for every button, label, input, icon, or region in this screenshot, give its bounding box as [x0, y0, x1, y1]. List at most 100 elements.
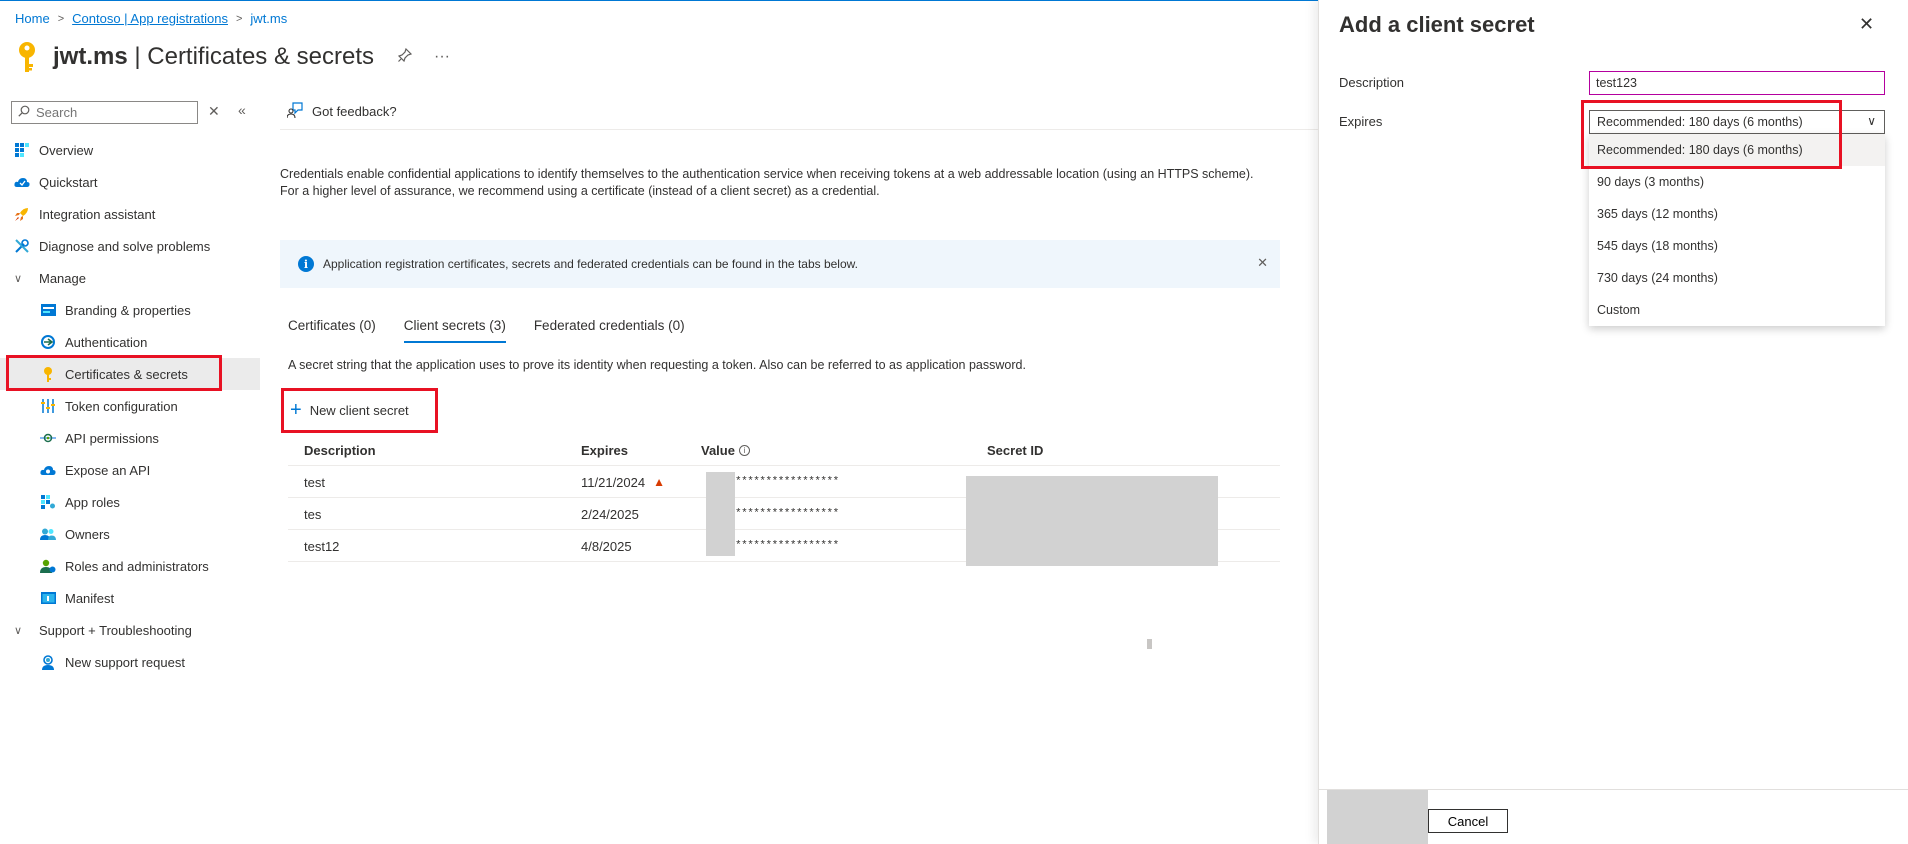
chevron-down-icon: ∨: [1867, 114, 1876, 128]
tab-federated-credentials[interactable]: Federated credentials (0): [534, 318, 685, 343]
pin-icon[interactable]: [397, 47, 413, 67]
sidebar-nav: Overview Quickstart Integration assistan…: [0, 134, 260, 678]
api-permissions-icon: [40, 430, 56, 446]
breadcrumb-home[interactable]: Home: [15, 11, 50, 26]
column-header-expires: Expires: [581, 442, 628, 458]
expires-dropdown: Recommended: 180 days (6 months) 90 days…: [1589, 134, 1885, 326]
search-icon: [18, 105, 30, 120]
option-180-days[interactable]: Recommended: 180 days (6 months): [1589, 134, 1885, 166]
option-90-days[interactable]: 90 days (3 months): [1589, 166, 1885, 198]
breadcrumb: Home > Contoso | App registrations > jwt…: [15, 11, 287, 26]
column-header-secret-id: Secret ID: [987, 442, 1044, 458]
collapse-sidebar-icon[interactable]: «: [238, 102, 246, 118]
sidebar-item-manifest[interactable]: Manifest: [0, 582, 260, 614]
table-header: Description Expires Value i Secret ID: [288, 434, 1280, 466]
panel-title: Add a client secret: [1339, 12, 1535, 37]
sidebar-item-branding[interactable]: Branding & properties: [0, 294, 260, 326]
chevron-down-icon: ∨: [14, 272, 23, 285]
sidebar-item-new-support-request[interactable]: New support request: [0, 646, 260, 678]
manifest-icon: [40, 590, 56, 606]
add-client-secret-panel: Add a client secret ✕ Description Expire…: [1318, 0, 1908, 844]
info-banner: i Application registration certificates,…: [280, 240, 1280, 288]
secret-value: *****************: [735, 508, 839, 520]
sidebar-item-diagnose[interactable]: Diagnose and solve problems: [0, 230, 260, 262]
more-options-button[interactable]: ···: [434, 48, 450, 67]
sidebar-item-expose-api[interactable]: Expose an API: [0, 454, 260, 486]
secret-description: tes: [304, 506, 322, 522]
expires-label: Expires: [1339, 114, 1383, 129]
sidebar-search[interactable]: [11, 101, 198, 124]
chevron-right-icon: >: [235, 12, 243, 25]
quickstart-icon: [14, 174, 30, 190]
cancel-button[interactable]: Cancel: [1428, 809, 1508, 833]
warning-icon: ▲: [653, 475, 665, 489]
secret-expires: 2/24/2025: [581, 506, 639, 522]
app-roles-icon: [40, 494, 56, 510]
sidebar-item-integration-assistant[interactable]: Integration assistant: [0, 198, 260, 230]
sidebar-item-overview[interactable]: Overview: [0, 134, 260, 166]
credential-tabs: Certificates (0) Client secrets (3) Fede…: [288, 318, 685, 343]
option-545-days[interactable]: 545 days (18 months): [1589, 230, 1885, 262]
tab-client-secrets[interactable]: Client secrets (3): [403, 318, 506, 343]
clear-search-icon[interactable]: ✕: [208, 103, 220, 120]
expires-select[interactable]: Recommended: 180 days (6 months) ∨: [1589, 110, 1885, 134]
cloud-icon: [40, 462, 56, 478]
column-header-value: Value i: [701, 434, 750, 466]
secret-description: test: [304, 474, 325, 490]
secret-value: *****************: [735, 540, 839, 552]
description-label: Description: [1339, 75, 1405, 90]
key-icon: [40, 366, 56, 382]
authentication-icon: [40, 334, 56, 350]
support-icon: [40, 654, 56, 670]
chevron-down-icon: ∨: [14, 624, 23, 637]
key-icon: [15, 40, 43, 74]
sidebar-group-manage[interactable]: ∨ Manage: [0, 262, 260, 294]
sidebar-item-owners[interactable]: Owners: [0, 518, 260, 550]
page-header: jwt.ms | Certificates & secrets ···: [15, 40, 450, 74]
wrench-icon: [14, 238, 30, 254]
info-icon[interactable]: i: [738, 444, 750, 456]
secret-description: test12: [304, 538, 340, 554]
roles-icon: [40, 558, 56, 574]
token-icon: [40, 398, 56, 414]
feedback-button[interactable]: Got feedback?: [286, 102, 397, 121]
option-365-days[interactable]: 365 days (12 months): [1589, 198, 1885, 230]
info-icon: i: [298, 256, 314, 272]
sidebar-item-api-permissions[interactable]: API permissions: [0, 422, 260, 454]
info-banner-text: Application registration certificates, s…: [323, 257, 858, 271]
sidebar-item-quickstart[interactable]: Quickstart: [0, 166, 260, 198]
tab-certificates[interactable]: Certificates (0): [288, 318, 376, 343]
page-title: jwt.ms | Certificates & secrets: [53, 43, 374, 70]
feedback-icon: [286, 102, 303, 121]
breadcrumb-app-registrations[interactable]: Contoso | App registrations: [72, 11, 228, 26]
redacted-add-button[interactable]: [1327, 790, 1428, 844]
search-input[interactable]: [36, 105, 186, 120]
close-banner-icon[interactable]: ✕: [1257, 255, 1268, 271]
breadcrumb-app[interactable]: jwt.ms: [250, 11, 287, 26]
sidebar-group-support[interactable]: ∨ Support + Troubleshooting: [0, 614, 260, 646]
owners-icon: [40, 526, 56, 542]
sidebar-item-authentication[interactable]: Authentication: [0, 326, 260, 358]
secret-expires: 4/8/2025: [581, 538, 632, 554]
description-field[interactable]: [1589, 71, 1885, 95]
column-header-description: Description: [304, 442, 376, 458]
intro-text: Credentials enable confidential applicat…: [280, 167, 1254, 198]
sidebar-item-certificates-secrets[interactable]: Certificates & secrets: [0, 358, 260, 390]
close-icon[interactable]: ✕: [1859, 14, 1874, 35]
secret-expires: 11/21/2024 ▲: [581, 474, 665, 490]
new-client-secret-button[interactable]: + New client secret: [290, 399, 409, 421]
option-custom[interactable]: Custom: [1589, 294, 1885, 326]
overview-icon: [14, 142, 30, 158]
plus-icon: +: [290, 399, 302, 421]
scroll-indicator[interactable]: [1147, 639, 1152, 649]
sidebar-item-roles-administrators[interactable]: Roles and administrators: [0, 550, 260, 582]
branding-icon: [40, 302, 56, 318]
rocket-icon: [14, 206, 30, 222]
redacted-value-block: [706, 472, 735, 556]
secret-value: *****************: [735, 476, 839, 488]
client-secrets-description: A secret string that the application use…: [288, 358, 1026, 372]
option-730-days[interactable]: 730 days (24 months): [1589, 262, 1885, 294]
chevron-right-icon: >: [57, 12, 65, 25]
sidebar-item-token-configuration[interactable]: Token configuration: [0, 390, 260, 422]
sidebar-item-app-roles[interactable]: App roles: [0, 486, 260, 518]
